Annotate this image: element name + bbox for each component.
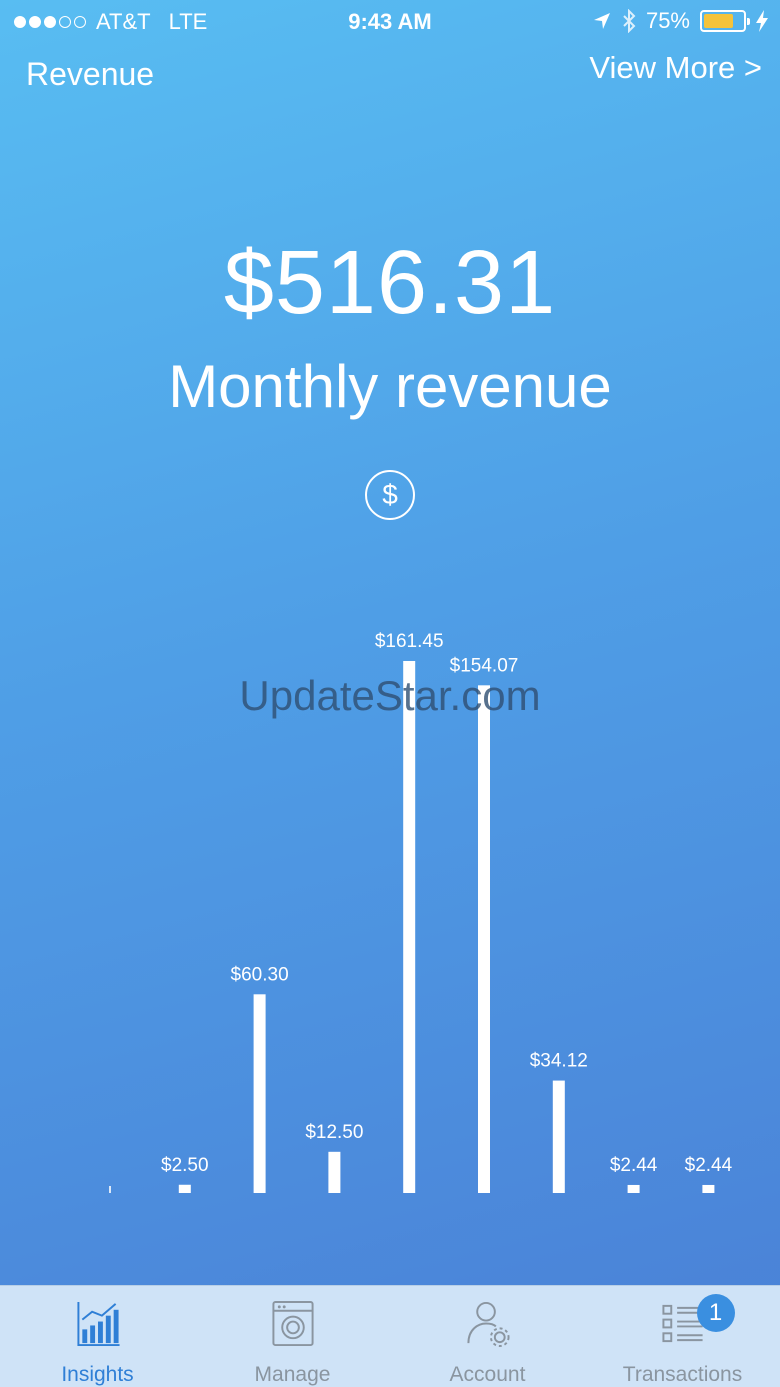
user-settings-icon [466, 1301, 510, 1347]
chart-data-label: $60.30 [231, 964, 289, 985]
bluetooth-icon [623, 9, 636, 33]
battery-percent: 75% [645, 8, 690, 33]
tab-label: Account [449, 1363, 526, 1386]
chart-bar [478, 685, 490, 1193]
chart-bar [627, 1184, 640, 1193]
bar-chart-icon [76, 1301, 120, 1347]
chart-data-label: $2.44 [685, 1155, 733, 1176]
dollar-circle-icon[interactable]: $ [365, 470, 415, 520]
chart-bar [109, 1186, 111, 1193]
status-right: 75% [592, 8, 768, 34]
watermark: UpdateStar.com [239, 672, 541, 719]
chart-bar [552, 1080, 565, 1193]
notification-badge: 1 [696, 1294, 735, 1332]
tab-label: Manage [254, 1363, 331, 1386]
status-bar: AT&T LTE 9:43 AM 75% [0, 0, 780, 44]
location-arrow-icon [593, 13, 610, 29]
chart-bar [178, 1184, 191, 1193]
chart-data-label: $2.50 [161, 1155, 209, 1176]
revenue-amount: $516.31 [223, 233, 557, 333]
chart-data-label: $12.50 [305, 1122, 363, 1143]
tab-insights[interactable]: Insights [0, 1286, 195, 1387]
chart-bar [702, 1184, 715, 1193]
washing-machine-icon [271, 1300, 314, 1347]
chart-bar [403, 661, 416, 1193]
revenue-label: Monthly revenue [168, 353, 612, 420]
page-title: Revenue [26, 56, 155, 92]
tab-transactions[interactable]: 1 Transactions [585, 1286, 780, 1387]
tab-account[interactable]: Account [390, 1286, 585, 1387]
chart-bar [253, 994, 266, 1193]
tab-bar: Insights Manage Account 1 Transactions [0, 1285, 780, 1387]
tab-label: Transactions [622, 1363, 743, 1386]
chart-bar [328, 1151, 341, 1193]
chart-data-label: $2.44 [610, 1155, 658, 1176]
chart-data-label: $161.45 [375, 631, 444, 652]
charging-bolt-icon [756, 10, 768, 32]
chart-data-label: $34.12 [530, 1051, 588, 1072]
tab-manage[interactable]: Manage [195, 1286, 390, 1387]
tab-label: Insights [61, 1363, 134, 1386]
view-more-link[interactable]: View More > [589, 50, 762, 86]
battery-icon [700, 10, 750, 32]
